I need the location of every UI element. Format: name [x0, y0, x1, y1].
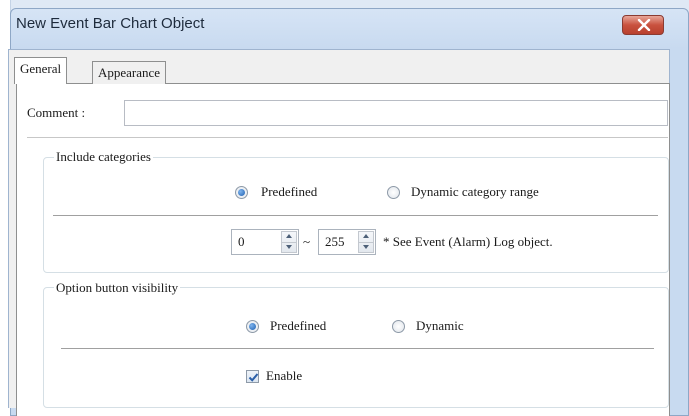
separator [27, 137, 668, 138]
category-min-spin-buttons[interactable] [281, 231, 297, 253]
close-icon [637, 19, 651, 31]
group-divider [61, 348, 654, 349]
dynamic-visibility-label: Dynamic [416, 318, 464, 333]
spin-up-icon[interactable] [286, 234, 292, 238]
dynamic-category-range-radio[interactable] [387, 186, 400, 199]
tab-appearance[interactable]: Appearance [92, 61, 167, 84]
comment-input[interactable] [124, 100, 668, 126]
window-title: New Event Bar Chart Object [16, 15, 205, 32]
tab-general[interactable]: General [14, 57, 68, 84]
category-min-value: 0 [238, 234, 245, 249]
dynamic-visibility-radio[interactable] [392, 320, 405, 333]
category-max-stepper[interactable]: 255 [318, 229, 376, 255]
enable-label: Enable [266, 368, 303, 383]
include-categories-legend: Include categories [54, 149, 153, 165]
predefined-visibility-label: Predefined [270, 318, 327, 333]
category-max-value: 255 [325, 234, 345, 249]
predefined-visibility-radio[interactable] [246, 320, 259, 333]
spin-down-icon[interactable] [363, 245, 369, 249]
predefined-category-label: Predefined [261, 184, 318, 199]
spin-down-icon[interactable] [286, 245, 292, 249]
event-log-note: * See Event (Alarm) Log object. [383, 234, 553, 249]
range-separator: ~ [303, 234, 311, 249]
predefined-category-radio[interactable] [235, 186, 248, 199]
category-min-stepper[interactable]: 0 [231, 229, 299, 255]
option-button-visibility-legend: Option button visibility [54, 280, 181, 296]
enable-checkbox[interactable] [246, 370, 259, 383]
group-divider [53, 215, 658, 216]
close-button[interactable] [622, 15, 664, 35]
dynamic-category-range-label: Dynamic category range [411, 184, 539, 199]
spin-up-icon[interactable] [363, 234, 369, 238]
category-max-spin-buttons[interactable] [358, 231, 374, 253]
comment-label: Comment : [27, 105, 86, 120]
checkmark-icon [248, 373, 259, 382]
